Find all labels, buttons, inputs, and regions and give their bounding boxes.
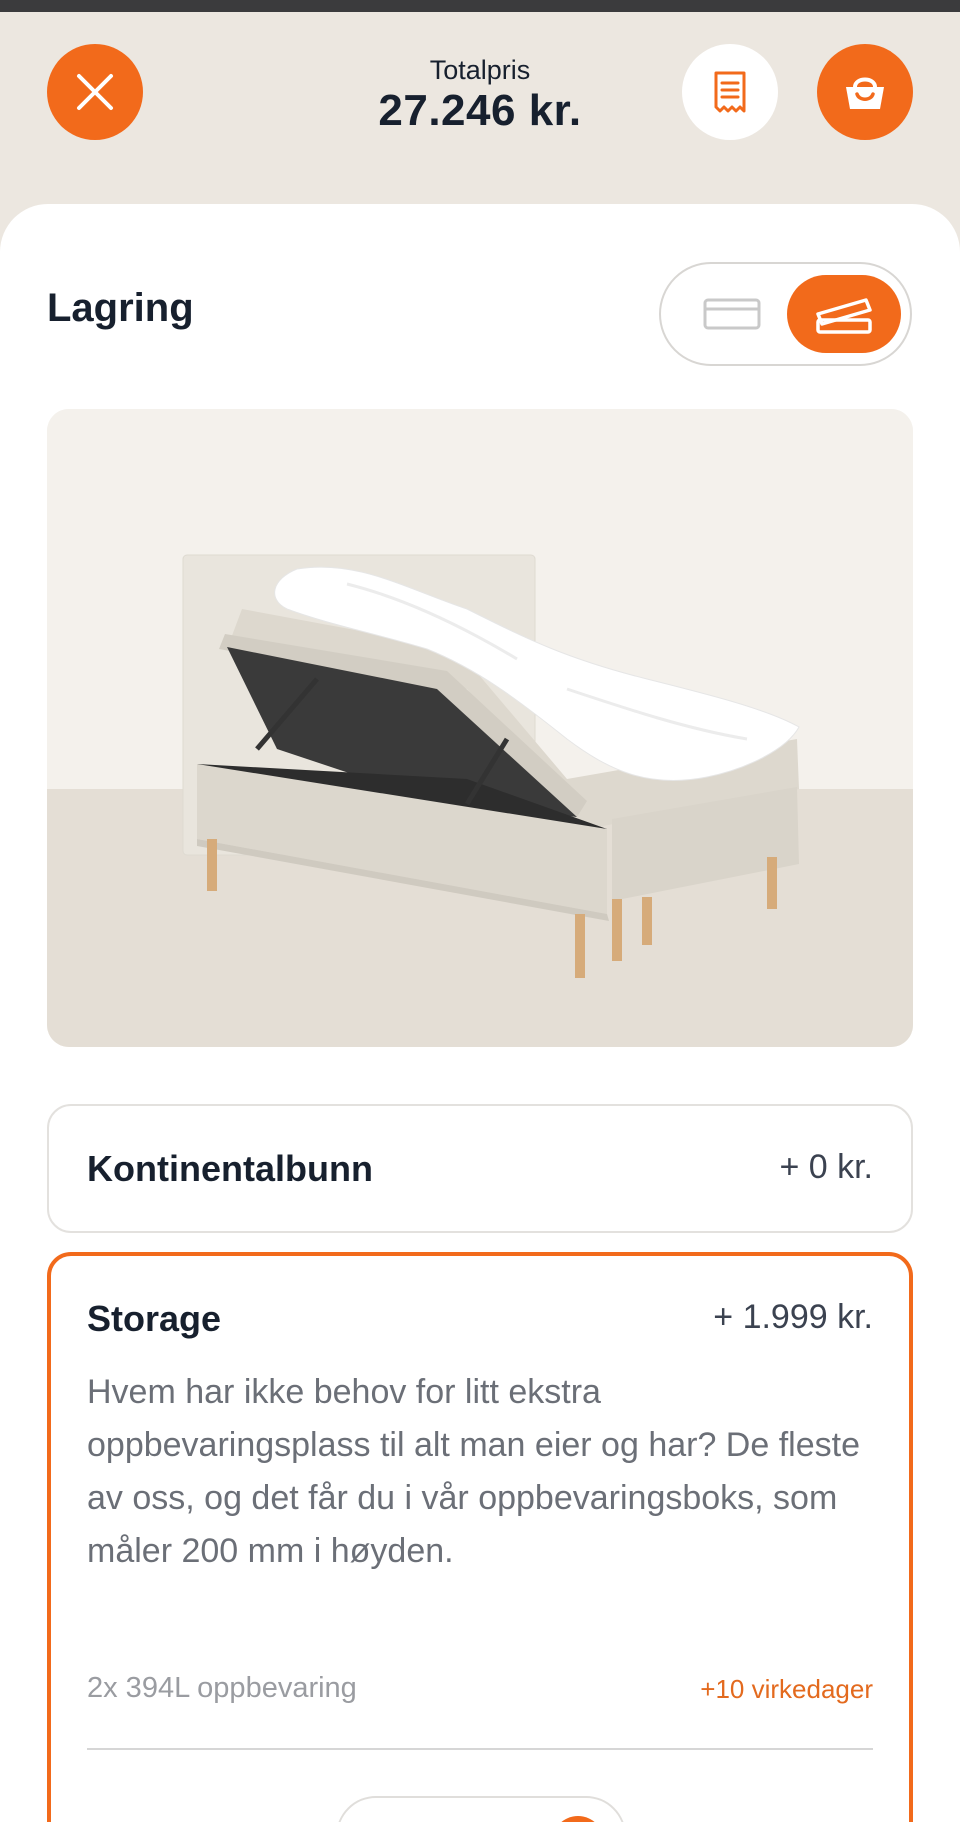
total-price-label: Totalpris: [429, 55, 531, 85]
option-card-storage[interactable]: Storage + 1.999 kr. Hvem har ikke behov …: [47, 1252, 913, 1822]
option-price: + 0 kr.: [779, 1148, 873, 1186]
section-title: Lagring: [47, 286, 194, 330]
product-image: [47, 409, 913, 1047]
total-price: Totalpris 27.246 kr.: [330, 54, 630, 136]
receipt-icon: [714, 71, 746, 113]
option-name: Storage: [87, 1298, 222, 1339]
option-spec: 2x 394L oppbevaring: [87, 1672, 357, 1704]
configurator-sheet: Lagring Kontinentalbunn + 0 kr. Storage …: [0, 204, 960, 1822]
divider: [87, 1748, 873, 1750]
action-indicator: [552, 1816, 604, 1822]
option-name: Kontinentalbunn: [87, 1148, 373, 1189]
option-description: Hvem har ikke behov for litt ekstra oppb…: [87, 1373, 860, 1570]
basket-icon: [846, 77, 884, 109]
close-icon: [77, 74, 113, 110]
basket-button[interactable]: [817, 44, 913, 140]
bed-closed-icon: [703, 298, 761, 330]
toggle-storage-view[interactable]: [787, 275, 901, 353]
bed-storage-open-icon: [816, 298, 872, 334]
receipt-button[interactable]: [682, 44, 778, 140]
status-bar: [0, 0, 960, 12]
view-toggle: [659, 262, 912, 366]
option-card-kontinentalbunn[interactable]: Kontinentalbunn + 0 kr.: [47, 1104, 913, 1233]
delivery-time: +10 virkedager: [700, 1674, 873, 1704]
toggle-closed-view[interactable]: [675, 275, 789, 353]
header: Totalpris 27.246 kr.: [0, 12, 960, 172]
option-price: + 1.999 kr.: [713, 1298, 873, 1336]
option-action-button[interactable]: [336, 1796, 626, 1822]
close-button[interactable]: [47, 44, 143, 140]
total-price-value: 27.246 kr.: [378, 86, 582, 135]
